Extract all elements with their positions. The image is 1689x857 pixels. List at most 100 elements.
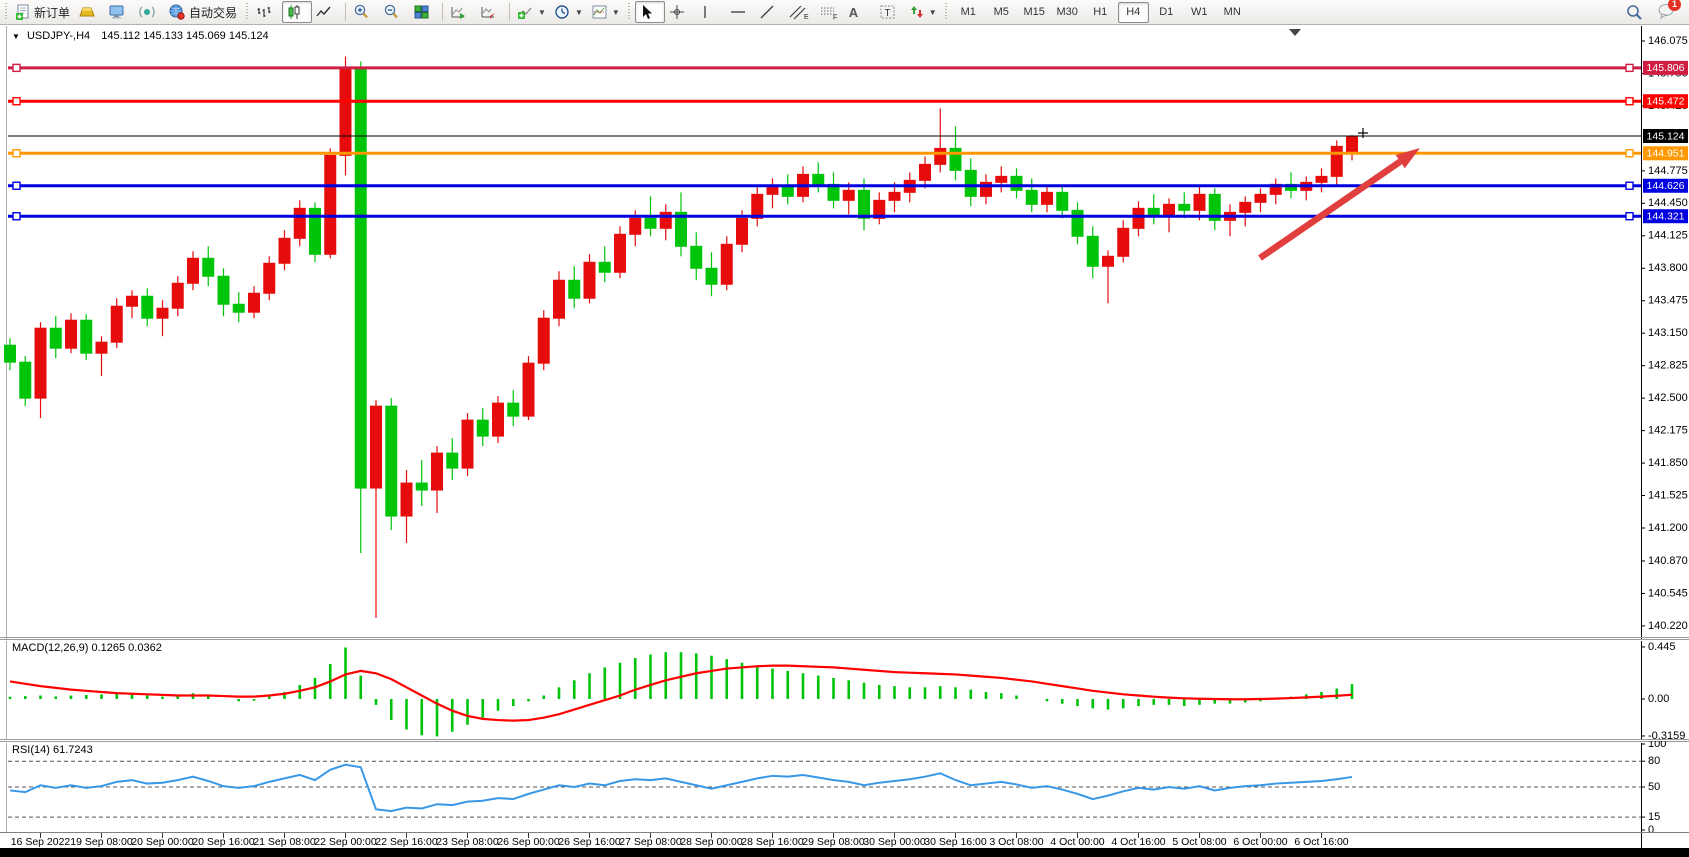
zoom-out-button[interactable] [379,1,409,23]
toolbar-grip[interactable] [2,3,9,21]
timeframe-button-mn[interactable]: MN [1217,2,1248,23]
chart-shift-button[interactable] [476,1,506,23]
candle-body [1133,208,1144,228]
time-axis[interactable]: 16 Sep 202219 Sep 08:0020 Sep 00:0020 Se… [0,833,1689,848]
hline-handle[interactable] [1626,64,1633,71]
time-tick-label[interactable]: 3 Oct 08:00 [989,836,1043,848]
search-icon[interactable] [1626,4,1643,21]
horizontal-line-tool-button[interactable] [725,1,755,23]
indicators-dropdown[interactable]: ▼ [513,1,550,23]
time-tick-label[interactable]: 5 Oct 08:00 [1172,836,1226,848]
price-line-badge-label: 144.626 [1647,180,1685,192]
time-tick-label[interactable]: 30 Sep 00:00 [863,836,926,848]
zoom-in-button[interactable] [349,1,379,23]
time-tick-label[interactable]: 28 Sep 00:00 [680,836,743,848]
text-label-tool-button[interactable]: T [875,1,905,23]
hline-handle[interactable] [1626,98,1633,105]
time-tick-label[interactable]: 30 Sep 16:00 [924,836,987,848]
candle-body [325,155,336,254]
timeframe-button-d1[interactable]: D1 [1151,2,1182,23]
hline-handle[interactable] [13,213,20,220]
macd-panel[interactable]: 0.4450.00-0.3159 [0,639,1689,742]
hline-handle[interactable] [13,98,20,105]
templates-dropdown[interactable]: ▼ [587,1,624,23]
time-tick-label[interactable]: 20 Sep 16:00 [192,836,255,848]
auto-scroll-button[interactable] [446,1,476,23]
tile-windows-button[interactable] [409,1,439,23]
hline-handle[interactable] [13,64,20,71]
timeframe-button-w1[interactable]: W1 [1184,2,1215,23]
time-tick-label[interactable]: 4 Oct 00:00 [1050,836,1104,848]
trendline-tool-button[interactable] [755,1,785,23]
time-tick-label[interactable]: 29 Sep 08:00 [802,836,865,848]
candle-body [859,190,870,218]
time-tick-label[interactable]: 22 Sep 00:00 [314,836,377,848]
timeframe-button-m5[interactable]: M5 [986,2,1017,23]
toolbar-grip[interactable] [943,3,950,21]
hline-handle[interactable] [13,182,20,189]
toolbar-grip[interactable] [243,3,250,21]
time-tick-label[interactable]: 6 Oct 16:00 [1294,836,1348,848]
vertical-line-icon [699,4,711,20]
chart-dropdown-icon[interactable]: ▼ [12,32,20,41]
hline-handle[interactable] [1626,150,1633,157]
chart-title: ▼ USDJPY-,H4 145.112 145.133 145.069 145… [12,30,269,42]
chart-shift-marker[interactable] [1289,29,1301,36]
candle-body [50,328,61,348]
candle-body [81,320,92,353]
periods-dropdown[interactable]: ▼ [550,1,587,23]
timeframe-button-h1[interactable]: H1 [1085,2,1116,23]
toolbar-grip[interactable] [626,3,633,21]
auto-trading-button[interactable]: 自动交易 [164,1,241,23]
time-tick-label[interactable]: 28 Sep 16:00 [741,836,804,848]
candle-body [1042,192,1053,204]
bar-chart-button[interactable] [252,1,282,23]
candle-up [96,336,107,376]
timeframe-button-m15[interactable]: M15 [1019,2,1050,23]
hline-handle[interactable] [13,150,20,157]
arrows-dropdown[interactable]: ▼ [905,1,941,23]
timeframe-button-h4[interactable]: H4 [1118,2,1149,23]
timeframe-button-m1[interactable]: M1 [953,2,984,23]
time-tick-label[interactable]: 22 Sep 16:00 [375,836,438,848]
candle-up [752,186,763,226]
timeframe-button-m30[interactable]: M30 [1052,2,1083,23]
time-tick-label[interactable]: 26 Sep 16:00 [558,836,621,848]
price-tick-label: 143.800 [1648,262,1688,274]
time-tick-label[interactable]: 21 Sep 08:00 [253,836,316,848]
indicators-icon [517,4,534,20]
rsi-panel[interactable]: 1008050150 [0,741,1689,834]
time-tick-label[interactable]: 27 Sep 08:00 [619,836,682,848]
new-order-button[interactable]: 新订单 [11,1,74,23]
channel-tool-button[interactable]: E [785,1,815,23]
crosshair-tool-button[interactable] [665,1,695,23]
text-tool-button[interactable]: A [845,1,875,23]
time-tick-label[interactable]: 4 Oct 16:00 [1111,836,1165,848]
candle-body [996,176,1007,182]
hline-handle[interactable] [1626,182,1633,189]
signals-button[interactable] [134,1,164,23]
main-chart-panel[interactable]: 146.075145.750145.425144.775144.450144.1… [0,24,1689,640]
candle-up [157,300,168,336]
time-tick-label[interactable]: 23 Sep 08:00 [436,836,499,848]
fibonacci-tool-button[interactable]: F [815,1,845,23]
line-chart-button[interactable] [312,1,342,23]
new-order-icon [15,4,31,20]
candle-body [523,363,534,416]
notifications-button[interactable]: 1 [1657,3,1675,22]
hline-handle[interactable] [1626,213,1633,220]
vertical-line-tool-button[interactable] [695,1,725,23]
time-tick-label[interactable]: 20 Sep 00:00 [131,836,194,848]
terminal-button[interactable] [104,1,134,23]
candle-up [1133,201,1144,236]
chevron-down-icon: ▼ [612,8,620,17]
cursor-tool-button[interactable] [635,1,665,23]
time-tick-label[interactable]: 19 Sep 08:00 [70,836,133,848]
time-tick-label[interactable]: 6 Oct 00:00 [1233,836,1287,848]
mql5-button[interactable] [74,1,104,23]
trend-arrow-shaft[interactable] [1260,162,1400,258]
candlestick-chart-button[interactable] [282,1,312,23]
time-tick-label[interactable]: 26 Sep 00:00 [497,836,560,848]
candle-down [447,438,458,480]
time-tick-label[interactable]: 16 Sep 2022 [11,836,71,848]
